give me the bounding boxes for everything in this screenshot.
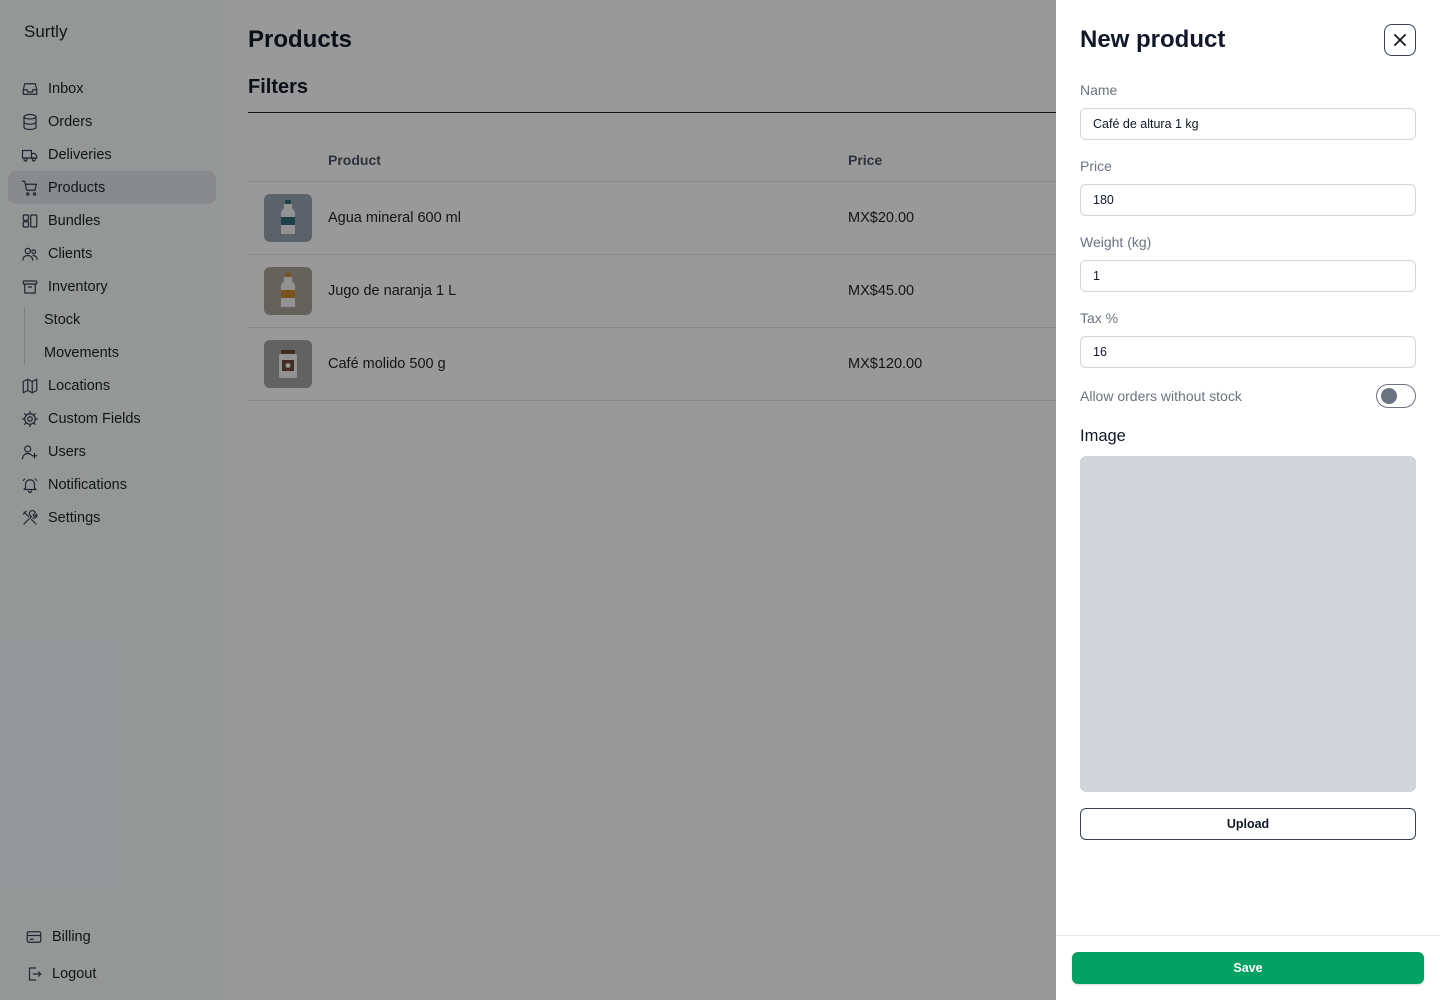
name-label: Name (1080, 82, 1118, 98)
upload-button[interactable]: Upload (1080, 808, 1416, 840)
image-placeholder (1080, 456, 1416, 792)
image-section-title: Image (1080, 427, 1126, 445)
toggle-knob (1381, 388, 1397, 404)
allow-orders-label: Allow orders without stock (1080, 388, 1242, 404)
name-input[interactable] (1080, 108, 1416, 140)
close-button[interactable] (1384, 24, 1416, 56)
tax-input[interactable] (1080, 336, 1416, 368)
new-product-drawer: New product Name Price Weight (kg) Tax %… (1056, 0, 1440, 1000)
tax-label: Tax % (1080, 310, 1119, 326)
modal-backdrop[interactable] (0, 0, 1056, 1000)
drawer-title: New product (1080, 26, 1226, 53)
price-input[interactable] (1080, 184, 1416, 216)
weight-label: Weight (kg) (1080, 234, 1152, 250)
allow-orders-toggle[interactable] (1376, 384, 1416, 408)
drawer-footer-divider (1056, 935, 1440, 936)
weight-input[interactable] (1080, 260, 1416, 292)
save-button[interactable]: Save (1072, 952, 1424, 984)
close-icon (1394, 34, 1406, 46)
price-label: Price (1080, 158, 1112, 174)
